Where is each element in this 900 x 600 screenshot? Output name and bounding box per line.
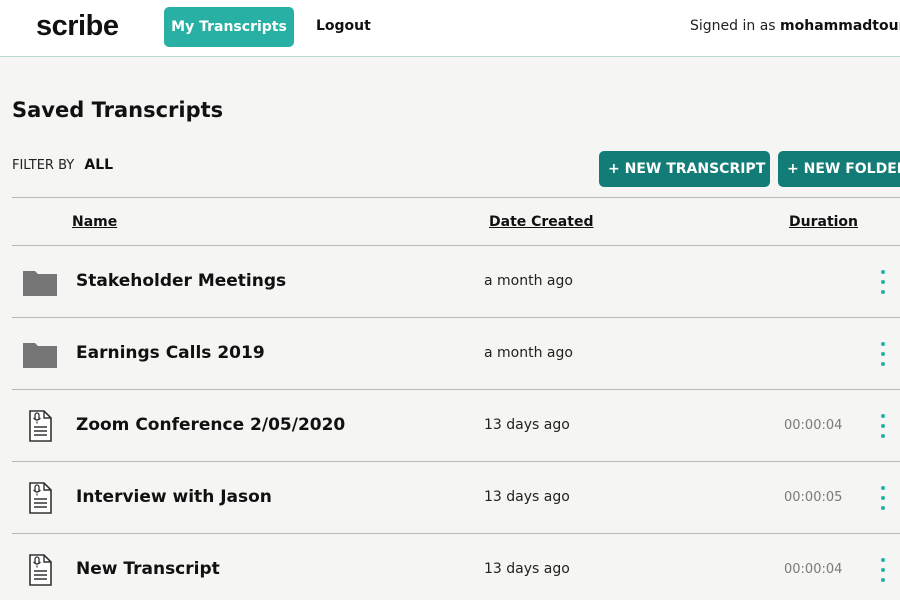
- nav-my-transcripts[interactable]: My Transcripts: [164, 7, 294, 47]
- row-date: a month ago: [484, 273, 573, 289]
- more-options-icon[interactable]: [874, 410, 892, 442]
- transcript-file-icon: [29, 482, 52, 514]
- more-options-icon[interactable]: [874, 338, 892, 370]
- scribe-logo[interactable]: scribe: [36, 10, 119, 43]
- username: mohammadtour: [780, 18, 900, 34]
- row-duration: 00:00:05: [784, 490, 843, 505]
- row-name: Earnings Calls 2019: [76, 343, 265, 363]
- row-duration: 00:00:04: [784, 418, 843, 433]
- table-row[interactable]: Stakeholder Meetings a month ago: [12, 246, 900, 318]
- table-row[interactable]: Interview with Jason 13 days ago 00:00:0…: [12, 462, 900, 534]
- page-title: Saved Transcripts: [12, 98, 224, 122]
- table-row[interactable]: Zoom Conference 2/05/2020 13 days ago 00…: [12, 390, 900, 462]
- signed-in-prefix: Signed in as: [690, 18, 776, 34]
- top-header: scribe My Transcripts Logout Signed in a…: [0, 0, 900, 57]
- transcript-file-icon: [29, 410, 52, 442]
- row-duration: 00:00:04: [784, 562, 843, 577]
- column-header-name[interactable]: Name: [72, 214, 117, 230]
- folder-icon: [23, 271, 57, 296]
- row-date: 13 days ago: [484, 561, 570, 577]
- column-header-duration[interactable]: Duration: [789, 214, 858, 230]
- nav-logout[interactable]: Logout: [316, 18, 371, 34]
- folder-icon: [23, 343, 57, 368]
- signed-in-status: Signed in as mohammadtour: [690, 18, 900, 34]
- row-date: a month ago: [484, 345, 573, 361]
- filter-bar: FILTER BY ALL: [12, 157, 113, 173]
- column-header-date-created[interactable]: Date Created: [489, 214, 593, 230]
- more-options-icon[interactable]: [874, 266, 892, 298]
- row-name: New Transcript: [76, 559, 220, 579]
- table-row[interactable]: Earnings Calls 2019 a month ago: [12, 318, 900, 390]
- more-options-icon[interactable]: [874, 482, 892, 514]
- row-name: Zoom Conference 2/05/2020: [76, 415, 346, 435]
- table-header: Name Date Created Duration: [12, 198, 900, 246]
- table-row[interactable]: New Transcript 13 days ago 00:00:04: [12, 534, 900, 600]
- transcript-file-icon: [29, 554, 52, 586]
- transcripts-table: Name Date Created Duration Stakeholder M…: [12, 197, 900, 600]
- row-date: 13 days ago: [484, 489, 570, 505]
- row-name: Interview with Jason: [76, 487, 272, 507]
- row-date: 13 days ago: [484, 417, 570, 433]
- row-name: Stakeholder Meetings: [76, 271, 287, 291]
- filter-dropdown[interactable]: ALL: [84, 157, 113, 173]
- more-options-icon[interactable]: [874, 554, 892, 586]
- new-transcript-button[interactable]: + NEW TRANSCRIPT: [599, 151, 770, 187]
- filter-label: FILTER BY: [12, 158, 75, 173]
- new-folder-button[interactable]: + NEW FOLDER: [778, 151, 900, 187]
